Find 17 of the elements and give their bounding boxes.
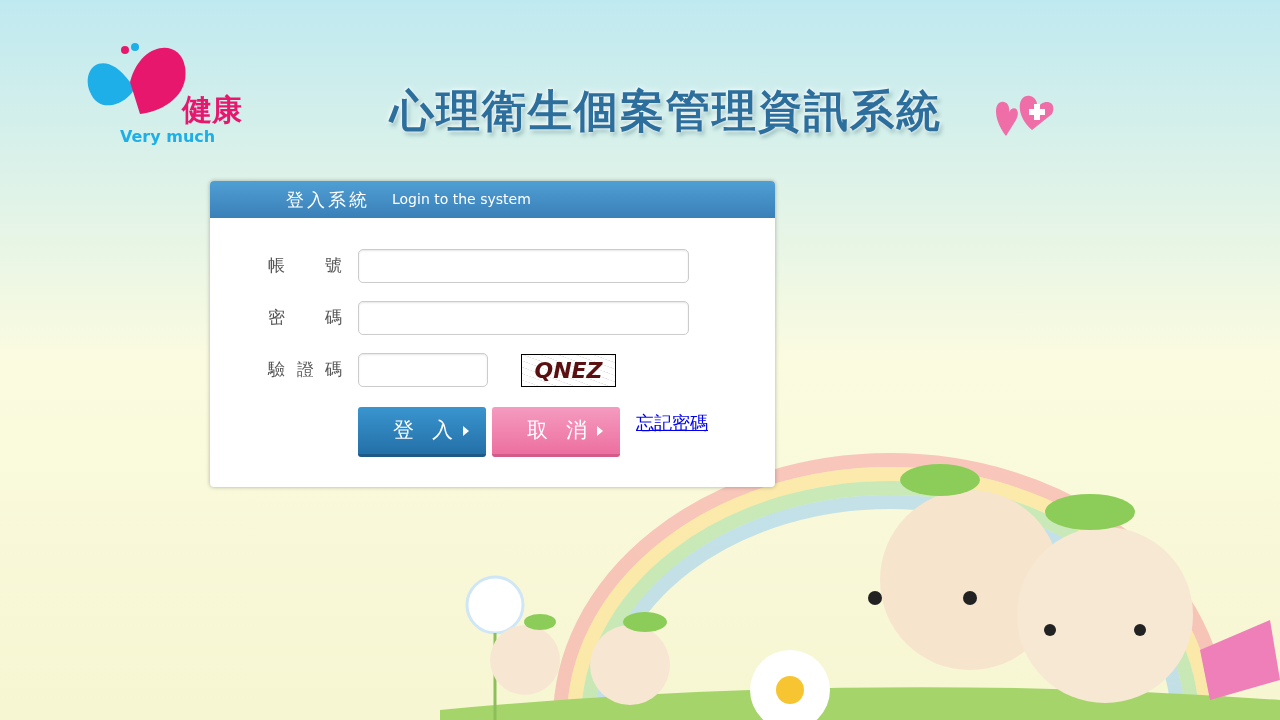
panel-title: 登入系統	[286, 188, 370, 212]
captcha-image: QNEZ	[521, 353, 616, 387]
caret-icon	[597, 425, 603, 436]
logo-tagline: Very much	[120, 126, 217, 148]
cancel-button[interactable]: 取消	[492, 407, 620, 457]
captcha-input[interactable]	[358, 353, 488, 387]
forgot-password-link[interactable]: 忘記密碼	[636, 409, 708, 436]
field-label: 密碼	[268, 306, 342, 330]
logo-text: 健康	[182, 95, 242, 125]
field-label: 帳號	[268, 254, 342, 278]
password-input[interactable]	[358, 301, 689, 335]
field-label: 驗證碼	[268, 358, 342, 382]
login-button[interactable]: 登入	[358, 407, 486, 457]
caret-icon	[463, 425, 469, 436]
panel-subtitle: Login to the system	[392, 190, 531, 209]
account-input[interactable]	[358, 249, 689, 283]
system-title: 心理衛生個案管理資訊系統	[390, 84, 942, 138]
